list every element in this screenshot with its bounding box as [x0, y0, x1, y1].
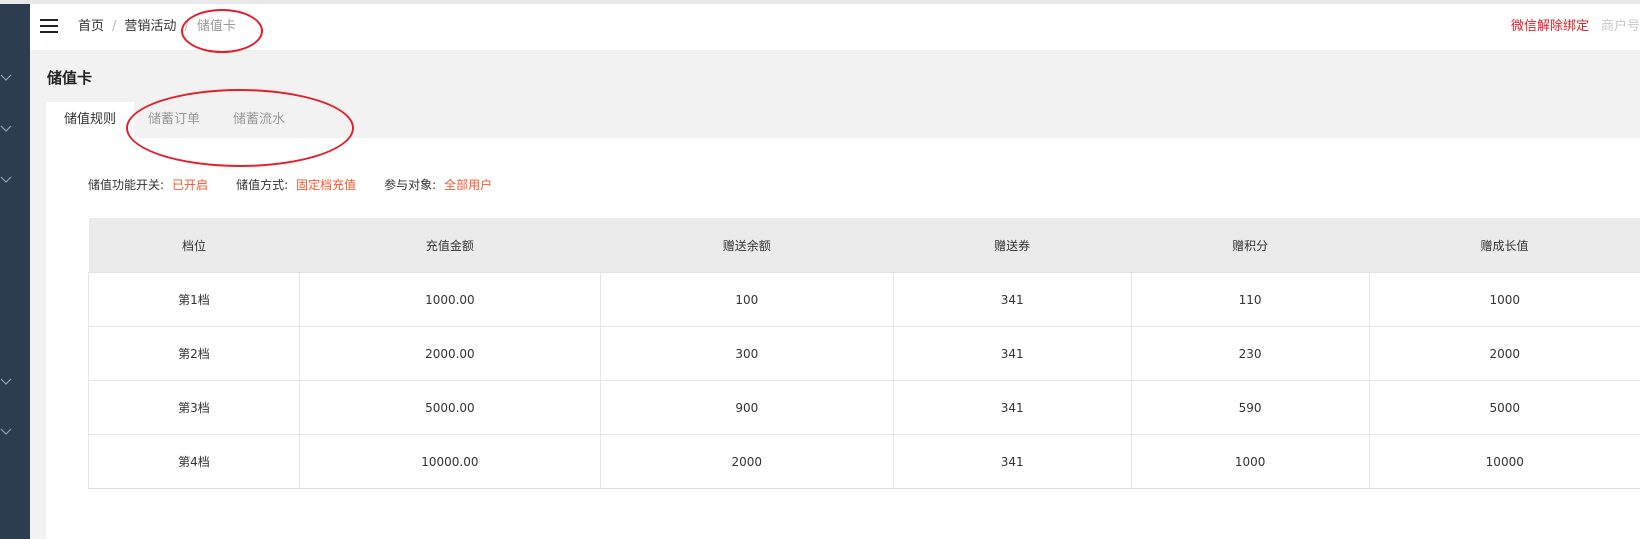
tab-bar: 储值规则 储蓄订单 储蓄流水: [46, 102, 1640, 138]
column-header-bonus-points: 赠积分: [1131, 218, 1370, 273]
table-cell: 1000.00: [298, 272, 601, 327]
chevron-down-icon[interactable]: [0, 125, 14, 135]
chevron-down-icon[interactable]: [0, 428, 14, 438]
switch-value: 已开启: [172, 178, 209, 192]
sidebar: [0, 4, 30, 539]
table-cell: 1000: [1130, 434, 1370, 489]
breadcrumb-item-marketing[interactable]: 营销活动: [124, 19, 176, 34]
table-cell: 341: [892, 380, 1132, 435]
table-header-row: 档位 充值金额 赠送余额 赠送券 赠积分 赠成长值: [88, 218, 1640, 273]
column-header-recharge-amount: 充值金额: [299, 218, 601, 273]
table-cell: 1000: [1368, 272, 1640, 327]
settings-summary: 储值功能开关: 已开启 储值方式: 固定档充值 参与对象: 全部用户: [88, 177, 520, 193]
page-title: 储值卡: [47, 69, 93, 87]
table-cell: 2000: [1368, 326, 1640, 381]
mode-label: 储值方式:: [236, 178, 289, 192]
top-header: 首页 / 营销活动 / 储值卡 微信解除绑定 商户号: [30, 4, 1640, 50]
tab-savings-orders[interactable]: 储蓄订单: [148, 102, 200, 138]
table-cell: 110: [1130, 272, 1370, 327]
table-cell: 10000.00: [298, 434, 601, 489]
breadcrumb-separator: /: [184, 19, 189, 34]
table-cell: 300: [599, 326, 894, 381]
table-cell: 230: [1130, 326, 1370, 381]
rules-panel: 储值功能开关: 已开启 储值方式: 固定档充值 参与对象: 全部用户 档位 充值金额 赠送…: [46, 138, 1640, 539]
column-header-bonus-growth: 赠成长值: [1369, 218, 1640, 273]
table-cell: 第1档: [88, 272, 300, 327]
table-cell: 900: [599, 380, 894, 435]
target-label: 参与对象:: [384, 178, 437, 192]
column-header-tier: 档位: [88, 218, 300, 273]
hamburger-icon[interactable]: [40, 19, 60, 35]
header-actions: 微信解除绑定 商户号: [1511, 18, 1640, 36]
switch-label: 储值功能开关:: [88, 178, 165, 192]
mode-value: 固定档充值: [296, 178, 357, 192]
table-cell: 590: [1130, 380, 1370, 435]
merchant-label: 商户号: [1600, 19, 1640, 34]
table-cell: 341: [892, 434, 1132, 489]
recharge-tier-table: 档位 充值金额 赠送余额 赠送券 赠积分 赠成长值 第1档 1000.00 10…: [88, 218, 1640, 489]
chevron-down-icon[interactable]: [0, 74, 14, 84]
table-cell: 第3档: [88, 380, 300, 435]
tab-recharge-rules[interactable]: 储值规则: [46, 102, 135, 138]
table-cell: 第2档: [88, 326, 300, 381]
table-row: 第4档 10000.00 2000 341 1000 10000: [88, 434, 1640, 489]
table-cell: 第4档: [88, 434, 300, 489]
table-row: 第1档 1000.00 100 341 110 1000: [88, 272, 1640, 327]
table-cell: 2000.00: [298, 326, 601, 381]
table-cell: 341: [892, 326, 1132, 381]
table-cell: 5000.00: [298, 380, 601, 435]
tab-savings-flow[interactable]: 储蓄流水: [233, 102, 285, 138]
table-cell: 100: [599, 272, 894, 327]
chevron-down-icon[interactable]: [0, 176, 14, 186]
table-cell: 5000: [1368, 380, 1640, 435]
breadcrumb: 首页 / 营销活动 / 储值卡: [78, 18, 236, 36]
main-content: 储值卡 储值规则 储蓄订单 储蓄流水 储值功能开关: 已开启 储值方式: 固定档充值 参…: [30, 50, 1640, 539]
table-row: 第2档 2000.00 300 341 230 2000: [88, 326, 1640, 381]
breadcrumb-item-home[interactable]: 首页: [78, 19, 104, 34]
table-cell: 2000: [599, 434, 894, 489]
table-cell: 341: [892, 272, 1132, 327]
column-header-bonus-balance: 赠送余额: [600, 218, 894, 273]
table-row: 第3档 5000.00 900 341 590 5000: [88, 380, 1640, 435]
column-header-bonus-coupon: 赠送券: [893, 218, 1132, 273]
target-value: 全部用户: [444, 178, 493, 192]
table-cell: 10000: [1368, 434, 1640, 489]
chevron-down-icon[interactable]: [0, 378, 14, 388]
breadcrumb-separator: /: [112, 19, 117, 34]
wechat-unbind-link[interactable]: 微信解除绑定: [1511, 19, 1589, 34]
breadcrumb-item-current: 储值卡: [196, 19, 236, 34]
